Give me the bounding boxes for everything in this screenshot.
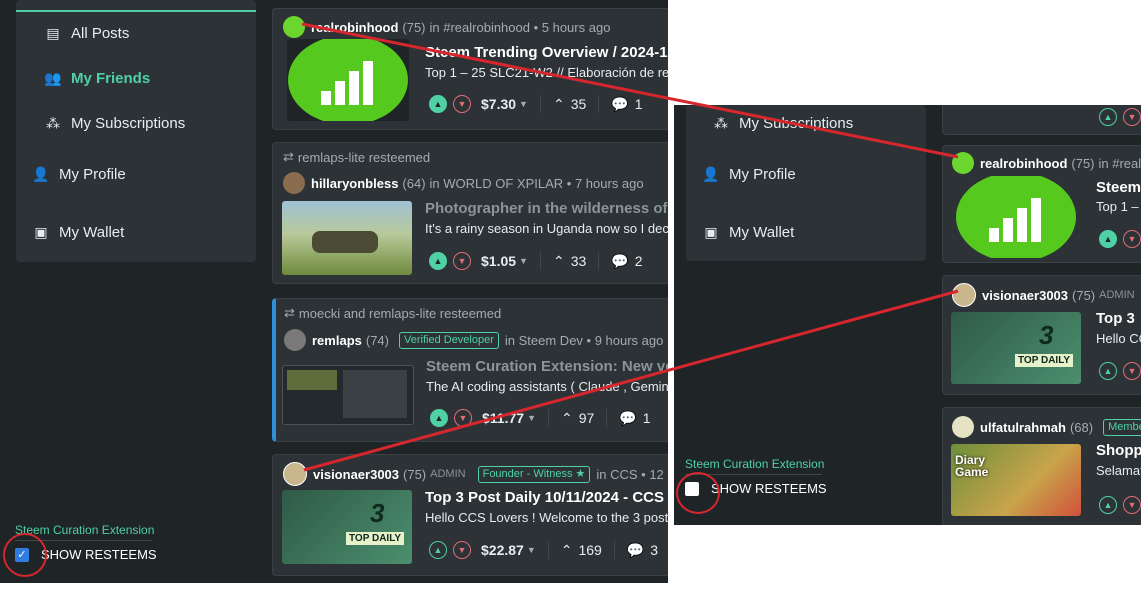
annotation-line-realrobinhood — [301, 22, 959, 159]
annotation-lines — [301, 22, 959, 472]
annotation-line-visionaer3003 — [303, 289, 959, 472]
